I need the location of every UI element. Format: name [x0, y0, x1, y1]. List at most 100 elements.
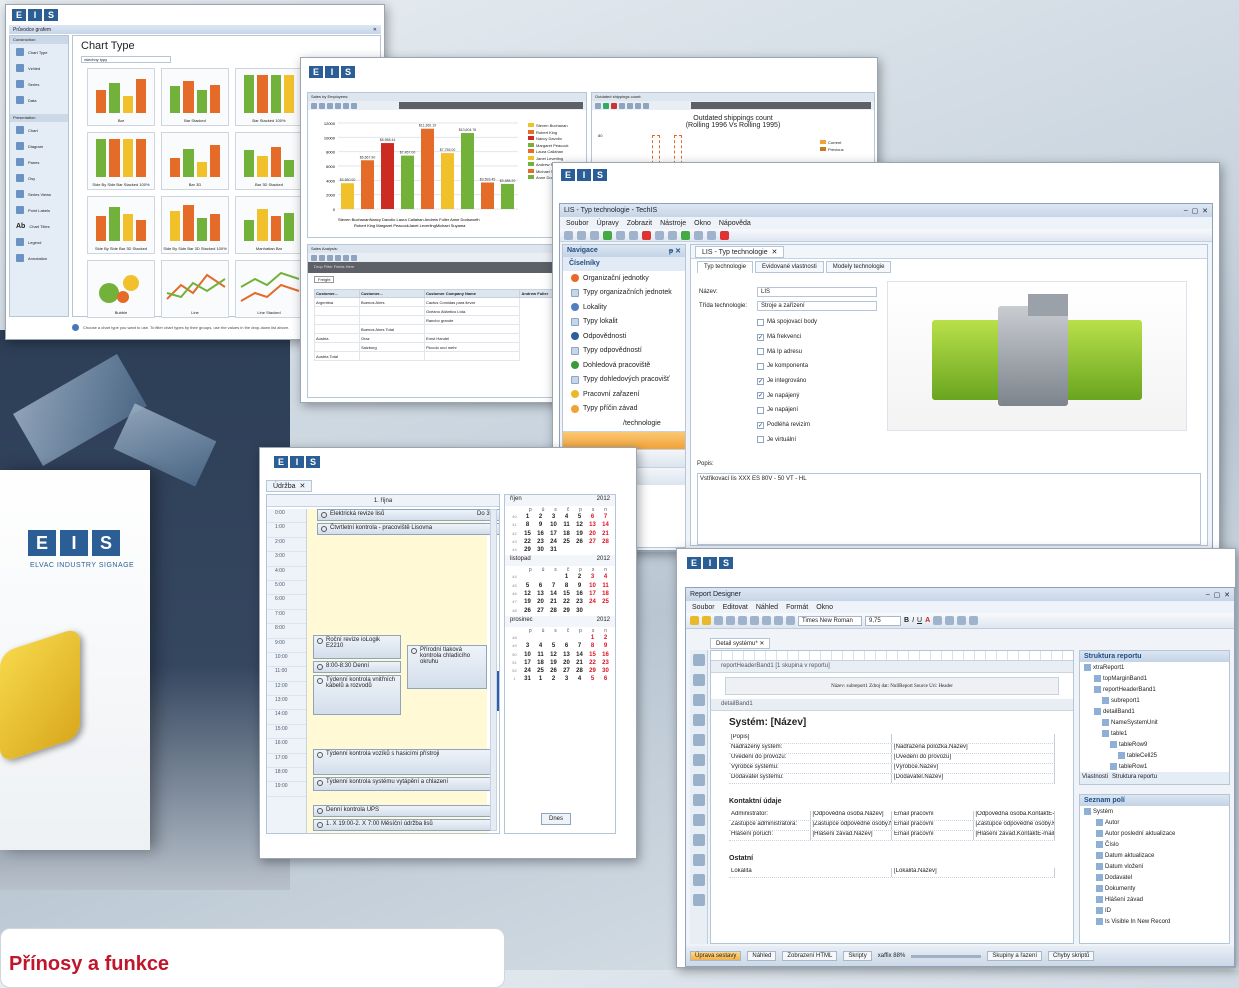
day-cell[interactable]: 28: [574, 668, 585, 676]
day-cell[interactable]: [548, 635, 559, 643]
day-cell[interactable]: 29: [561, 608, 572, 616]
redo-icon[interactable]: [786, 616, 795, 625]
chart-type-tile[interactable]: Line: [161, 260, 229, 318]
day-cell[interactable]: 11: [561, 522, 572, 530]
day-cell[interactable]: 3: [522, 643, 533, 651]
day-cell[interactable]: 17: [548, 531, 559, 539]
day-cell[interactable]: 21: [574, 660, 585, 668]
day-cell[interactable]: 14: [574, 652, 585, 660]
day-cell[interactable]: 5: [548, 643, 559, 651]
sidebar-item[interactable]: Data: [10, 92, 68, 108]
field-node[interactable]: Systém: [1080, 806, 1229, 817]
time-slot[interactable]: 13:00: [267, 696, 306, 711]
time-slot[interactable]: 8:00: [267, 624, 306, 639]
chart-type-tile[interactable]: Manhattan Bar: [235, 196, 303, 254]
menu-nahled[interactable]: Náhled: [756, 604, 778, 611]
day-cell[interactable]: 22: [522, 539, 533, 547]
day-cell[interactable]: 28: [548, 608, 559, 616]
day-cell[interactable]: 15: [587, 652, 598, 660]
day-cell[interactable]: 4: [561, 514, 572, 522]
day-cell[interactable]: 2: [535, 514, 546, 522]
close-doc-icon[interactable]: [720, 230, 729, 240]
day-cell[interactable]: 30: [535, 547, 546, 555]
description-field[interactable]: Vstřikovací lis XXX ES 80V - 50 VT - HL: [697, 473, 1201, 545]
checkbox[interactable]: ✓: [757, 377, 764, 385]
field-node[interactable]: Hlášení závad: [1080, 894, 1229, 905]
day-cell[interactable]: 3: [561, 676, 572, 684]
tab-skripty[interactable]: Skripty: [843, 951, 872, 961]
font-color-icon[interactable]: A: [925, 617, 930, 624]
tab-nahled[interactable]: Náhled: [747, 951, 777, 961]
report-row[interactable]: Hlášení poruch: [Hlášení závad.Název] Emai…: [729, 831, 1055, 841]
day-cell[interactable]: 19: [548, 660, 559, 668]
day-cell[interactable]: [600, 547, 611, 555]
time-slot[interactable]: 9:00: [267, 639, 306, 653]
chart-type-tile[interactable]: Side By Side Bar 3D Stacked: [87, 196, 155, 254]
tab-typ-technologie[interactable]: Typ technologie: [697, 261, 754, 273]
checkbox-row[interactable]: ✓ Je napájený: [757, 388, 889, 403]
tree-node[interactable]: subreport1: [1080, 695, 1229, 706]
sidebar-item[interactable]: Panes: [10, 154, 68, 170]
day-cell[interactable]: 9: [574, 583, 585, 591]
report-band[interactable]: reportHeaderBand1 [1 skupina v reportu]: [711, 661, 1073, 673]
tree-node[interactable]: tableRow1: [1080, 761, 1229, 772]
nav-item[interactable]: Typy lokalit: [563, 315, 685, 330]
report-row[interactable]: Zástupce administrátora: [Zástupce odpově…: [729, 821, 1055, 831]
day-cell[interactable]: 12: [522, 591, 533, 599]
open-icon[interactable]: [702, 616, 711, 625]
day-cell[interactable]: 2: [600, 635, 611, 643]
allday-event[interactable]: Čtvrtletní kontrola - pracoviště Lisovna: [317, 523, 499, 535]
day-cell[interactable]: 4: [574, 676, 585, 684]
today-button[interactable]: Dnes: [541, 813, 571, 825]
time-slot[interactable]: 6:00: [267, 595, 306, 610]
day-cell[interactable]: 20: [587, 531, 598, 539]
day-cell[interactable]: 23: [535, 539, 546, 547]
field-node[interactable]: Datum aktualizace: [1080, 850, 1229, 861]
day-cell[interactable]: 1: [561, 574, 572, 582]
menu-upravy[interactable]: Úpravy: [597, 220, 619, 227]
bold-button[interactable]: B: [904, 617, 909, 624]
day-cell[interactable]: [561, 547, 572, 555]
menu-zobrazit[interactable]: Zobrazit: [627, 220, 652, 227]
tab-vlastnosti[interactable]: Vlastnosti: [1082, 774, 1108, 782]
menu-napoveda[interactable]: Nápověda: [719, 220, 751, 227]
tool-icon[interactable]: [694, 230, 703, 240]
chart-type-tile[interactable]: Bubble: [87, 260, 155, 318]
save-icon[interactable]: [616, 230, 625, 240]
pin-icon[interactable]: ᵽ ✕: [669, 247, 681, 255]
day-cell[interactable]: 26: [522, 608, 533, 616]
day-cell[interactable]: 13: [587, 522, 598, 530]
zoom-icon[interactable]: [969, 616, 979, 625]
day-cell[interactable]: 9: [535, 522, 546, 530]
day-cell[interactable]: 25: [535, 668, 546, 676]
day-cell[interactable]: 8: [587, 643, 598, 651]
day-cell[interactable]: 11: [600, 583, 611, 591]
day-cell[interactable]: 10: [522, 652, 533, 660]
pivot-field[interactable]: Freight: [314, 276, 335, 283]
checkbox[interactable]: [757, 436, 764, 444]
nav-item[interactable]: Typy příčin závad: [563, 402, 685, 417]
day-cell[interactable]: 13: [561, 652, 572, 660]
minimize-icon[interactable]: –: [1206, 591, 1210, 598]
checkbox[interactable]: ✓: [757, 421, 764, 429]
report-row[interactable]: [Popis]: [729, 734, 1055, 744]
day-cell[interactable]: 8: [522, 522, 533, 530]
delete-icon[interactable]: [642, 230, 651, 240]
day-cell[interactable]: 7: [548, 583, 559, 591]
size-select[interactable]: 9,75: [865, 615, 901, 626]
day-cell[interactable]: 25: [561, 539, 572, 547]
day-cell[interactable]: 12: [574, 522, 585, 530]
field-node[interactable]: Autor: [1080, 817, 1229, 828]
checkbox-row[interactable]: Má spojovací body: [757, 315, 889, 330]
refresh-icon[interactable]: [681, 230, 690, 240]
minimize-icon[interactable]: –: [1184, 207, 1188, 214]
menu-soubor[interactable]: Soubor: [566, 220, 589, 227]
time-slot[interactable]: 11:00: [267, 667, 306, 682]
day-cell[interactable]: 29: [522, 547, 533, 555]
tree-node[interactable]: table1: [1080, 728, 1229, 739]
class-select[interactable]: Stroje a zařízení: [757, 301, 877, 311]
tree-node[interactable]: reportHeaderBand1: [1080, 684, 1229, 695]
time-slot[interactable]: 5:00: [267, 581, 306, 596]
field-node[interactable]: Dodavatel: [1080, 872, 1229, 883]
day-cell[interactable]: 15: [561, 591, 572, 599]
